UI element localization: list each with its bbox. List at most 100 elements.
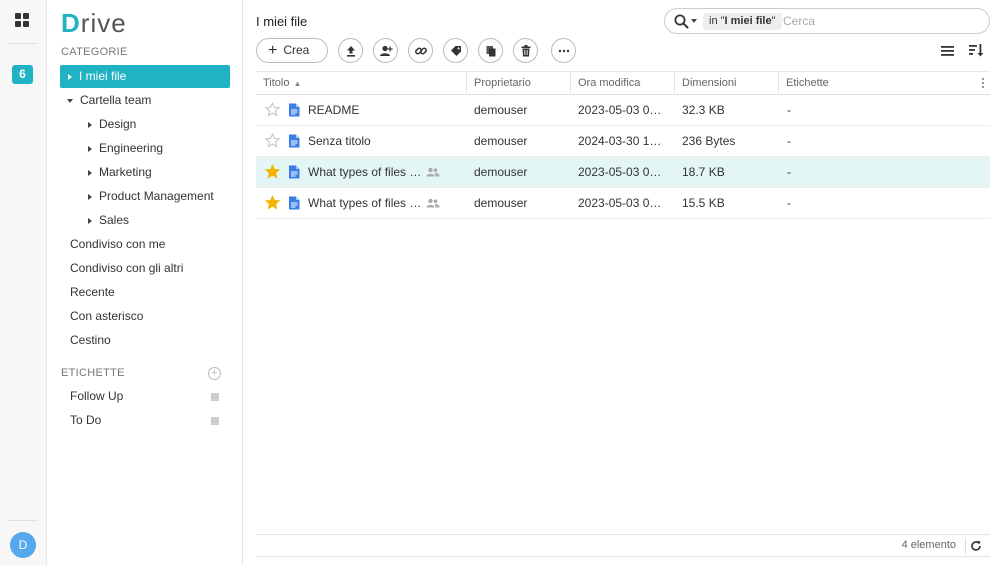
search-options-dropdown-icon[interactable] — [691, 19, 697, 23]
item-count: 4 elemento — [901, 539, 956, 551]
copy-button[interactable] — [478, 38, 503, 63]
sort-asc-icon: ▲ — [293, 79, 302, 88]
upload-button[interactable] — [338, 38, 363, 63]
sidebar-item-team-folder[interactable]: Cartella team — [60, 89, 230, 112]
sidebar-item-design[interactable]: Design — [60, 113, 230, 136]
sidebar-item-recent[interactable]: Recente — [60, 281, 230, 304]
document-icon — [289, 196, 300, 210]
scope-prefix: in " — [709, 15, 725, 27]
table-row[interactable]: What types of files … demouser 2023-05-03 … — [256, 157, 990, 188]
sidebar-item-shared-with-others[interactable]: Condiviso con gli altri — [60, 257, 230, 280]
table-row[interactable]: README demouser 2023-05-03 0… 32.3 KB - — [256, 95, 990, 126]
sidebar-item-marketing[interactable]: Marketing — [60, 161, 230, 184]
create-button[interactable]: + Crea — [256, 38, 328, 63]
table-row[interactable]: What types of files … demouser 2023-05-03 … — [256, 188, 990, 219]
column-header-owner[interactable]: Proprietario — [467, 72, 571, 95]
user-avatar[interactable]: D — [10, 532, 36, 558]
cell-title[interactable]: Senza titolo — [308, 126, 423, 156]
cell-modified: 2023-05-03 0… — [578, 196, 662, 210]
link-button[interactable] — [408, 38, 433, 63]
tags-heading: ETICHETTE — [61, 367, 125, 379]
star-filled-icon[interactable] — [265, 195, 280, 210]
refresh-icon[interactable] — [970, 540, 982, 552]
star-outline-icon[interactable] — [265, 133, 280, 148]
caret-down-icon[interactable] — [67, 98, 73, 103]
footer-divider — [965, 538, 966, 554]
cell-owner: demouser — [474, 134, 528, 148]
drive-logo[interactable]: Drive — [61, 8, 127, 39]
column-label: Titolo — [263, 77, 290, 89]
cell-tags: - — [787, 196, 791, 210]
sidebar-item-my-files[interactable]: I miei file — [60, 65, 230, 88]
sidebar-item-sales[interactable]: Sales — [60, 209, 230, 232]
cell-title[interactable]: What types of files … — [308, 188, 423, 218]
delete-button[interactable] — [513, 38, 538, 63]
sidebar-item-label: Product Management — [99, 189, 214, 203]
document-icon — [289, 134, 300, 148]
more-icon — [558, 49, 570, 53]
trash-icon — [521, 45, 531, 57]
sidebar: Drive CATEGORIE I miei file Cartella tea… — [47, 0, 243, 565]
cell-tags: - — [787, 103, 791, 117]
scope-suffix: " — [771, 15, 776, 27]
shared-users-icon — [426, 198, 440, 208]
sidebar-tag-to-do[interactable]: To Do — [60, 409, 230, 432]
caret-right-icon[interactable] — [68, 73, 72, 80]
cell-title[interactable]: README — [308, 95, 423, 125]
sidebar-item-label: I miei file — [79, 69, 127, 83]
table-row[interactable]: Senza titolo demouser 2024-03-30 1… 236 Byt… — [256, 126, 990, 157]
cell-title[interactable]: What types of files … — [308, 157, 423, 187]
sidebar-item-starred[interactable]: Con asterisco — [60, 305, 230, 328]
caret-right-icon[interactable] — [88, 169, 92, 176]
column-header-tags[interactable]: Etichette — [779, 72, 973, 95]
more-actions-button[interactable] — [551, 38, 576, 63]
caret-right-icon[interactable] — [88, 193, 92, 200]
copy-icon — [486, 46, 496, 57]
sidebar-item-trash[interactable]: Cestino — [60, 329, 230, 352]
column-options-icon[interactable] — [978, 76, 988, 90]
cell-owner: demouser — [474, 103, 528, 117]
cell-owner: demouser — [474, 165, 528, 179]
tag-button[interactable] — [443, 38, 468, 63]
star-outline-icon[interactable] — [265, 102, 280, 117]
rail-divider — [8, 520, 38, 521]
drive-app: 6 D Drive CATEGORIE I miei file Cartella… — [0, 0, 1000, 565]
tag-color-swatch — [211, 393, 219, 401]
tag-color-swatch — [211, 417, 219, 425]
sidebar-item-label: Design — [99, 117, 137, 131]
breadcrumb[interactable]: I miei file — [256, 14, 307, 29]
star-filled-icon[interactable] — [265, 164, 280, 179]
status-bar: 4 elemento — [256, 534, 990, 557]
search-scope-chip[interactable]: in "I miei file" — [703, 13, 782, 30]
share-user-icon — [380, 45, 393, 56]
column-header-modified[interactable]: Ora modifica — [571, 72, 675, 95]
add-tag-icon[interactable]: + — [208, 367, 221, 380]
categories-heading: CATEGORIE — [61, 46, 128, 58]
sidebar-item-engineering[interactable]: Engineering — [60, 137, 230, 160]
caret-right-icon[interactable] — [88, 145, 92, 152]
cell-modified: 2023-05-03 0… — [578, 165, 662, 179]
notification-badge[interactable]: 6 — [12, 65, 33, 84]
table-header: Titolo ▲ Proprietario Ora modifica Dimens… — [256, 71, 990, 95]
search-box[interactable]: in "I miei file" — [664, 8, 990, 34]
sidebar-tag-follow-up[interactable]: Follow Up — [60, 385, 230, 408]
rail-divider — [8, 43, 38, 44]
sort-icon[interactable] — [968, 42, 984, 58]
share-button[interactable] — [373, 38, 398, 63]
column-header-title[interactable]: Titolo ▲ — [256, 72, 467, 95]
list-view-icon[interactable] — [940, 44, 956, 58]
apps-grid-icon[interactable] — [14, 12, 30, 28]
search-icon[interactable] — [674, 14, 689, 29]
sidebar-item-shared-with-me[interactable]: Condiviso con me — [60, 233, 230, 256]
caret-right-icon[interactable] — [88, 121, 92, 128]
search-input[interactable] — [783, 12, 979, 30]
column-header-size[interactable]: Dimensioni — [675, 72, 779, 95]
sidebar-item-label: Marketing — [99, 165, 152, 179]
caret-right-icon[interactable] — [88, 217, 92, 224]
sidebar-item-label: Engineering — [99, 141, 164, 155]
logo-letter: D — [61, 8, 81, 38]
cell-size: 15.5 KB — [682, 196, 725, 210]
logo-text: rive — [80, 8, 127, 38]
cell-size: 18.7 KB — [682, 165, 725, 179]
sidebar-item-product-management[interactable]: Product Management — [60, 185, 230, 208]
